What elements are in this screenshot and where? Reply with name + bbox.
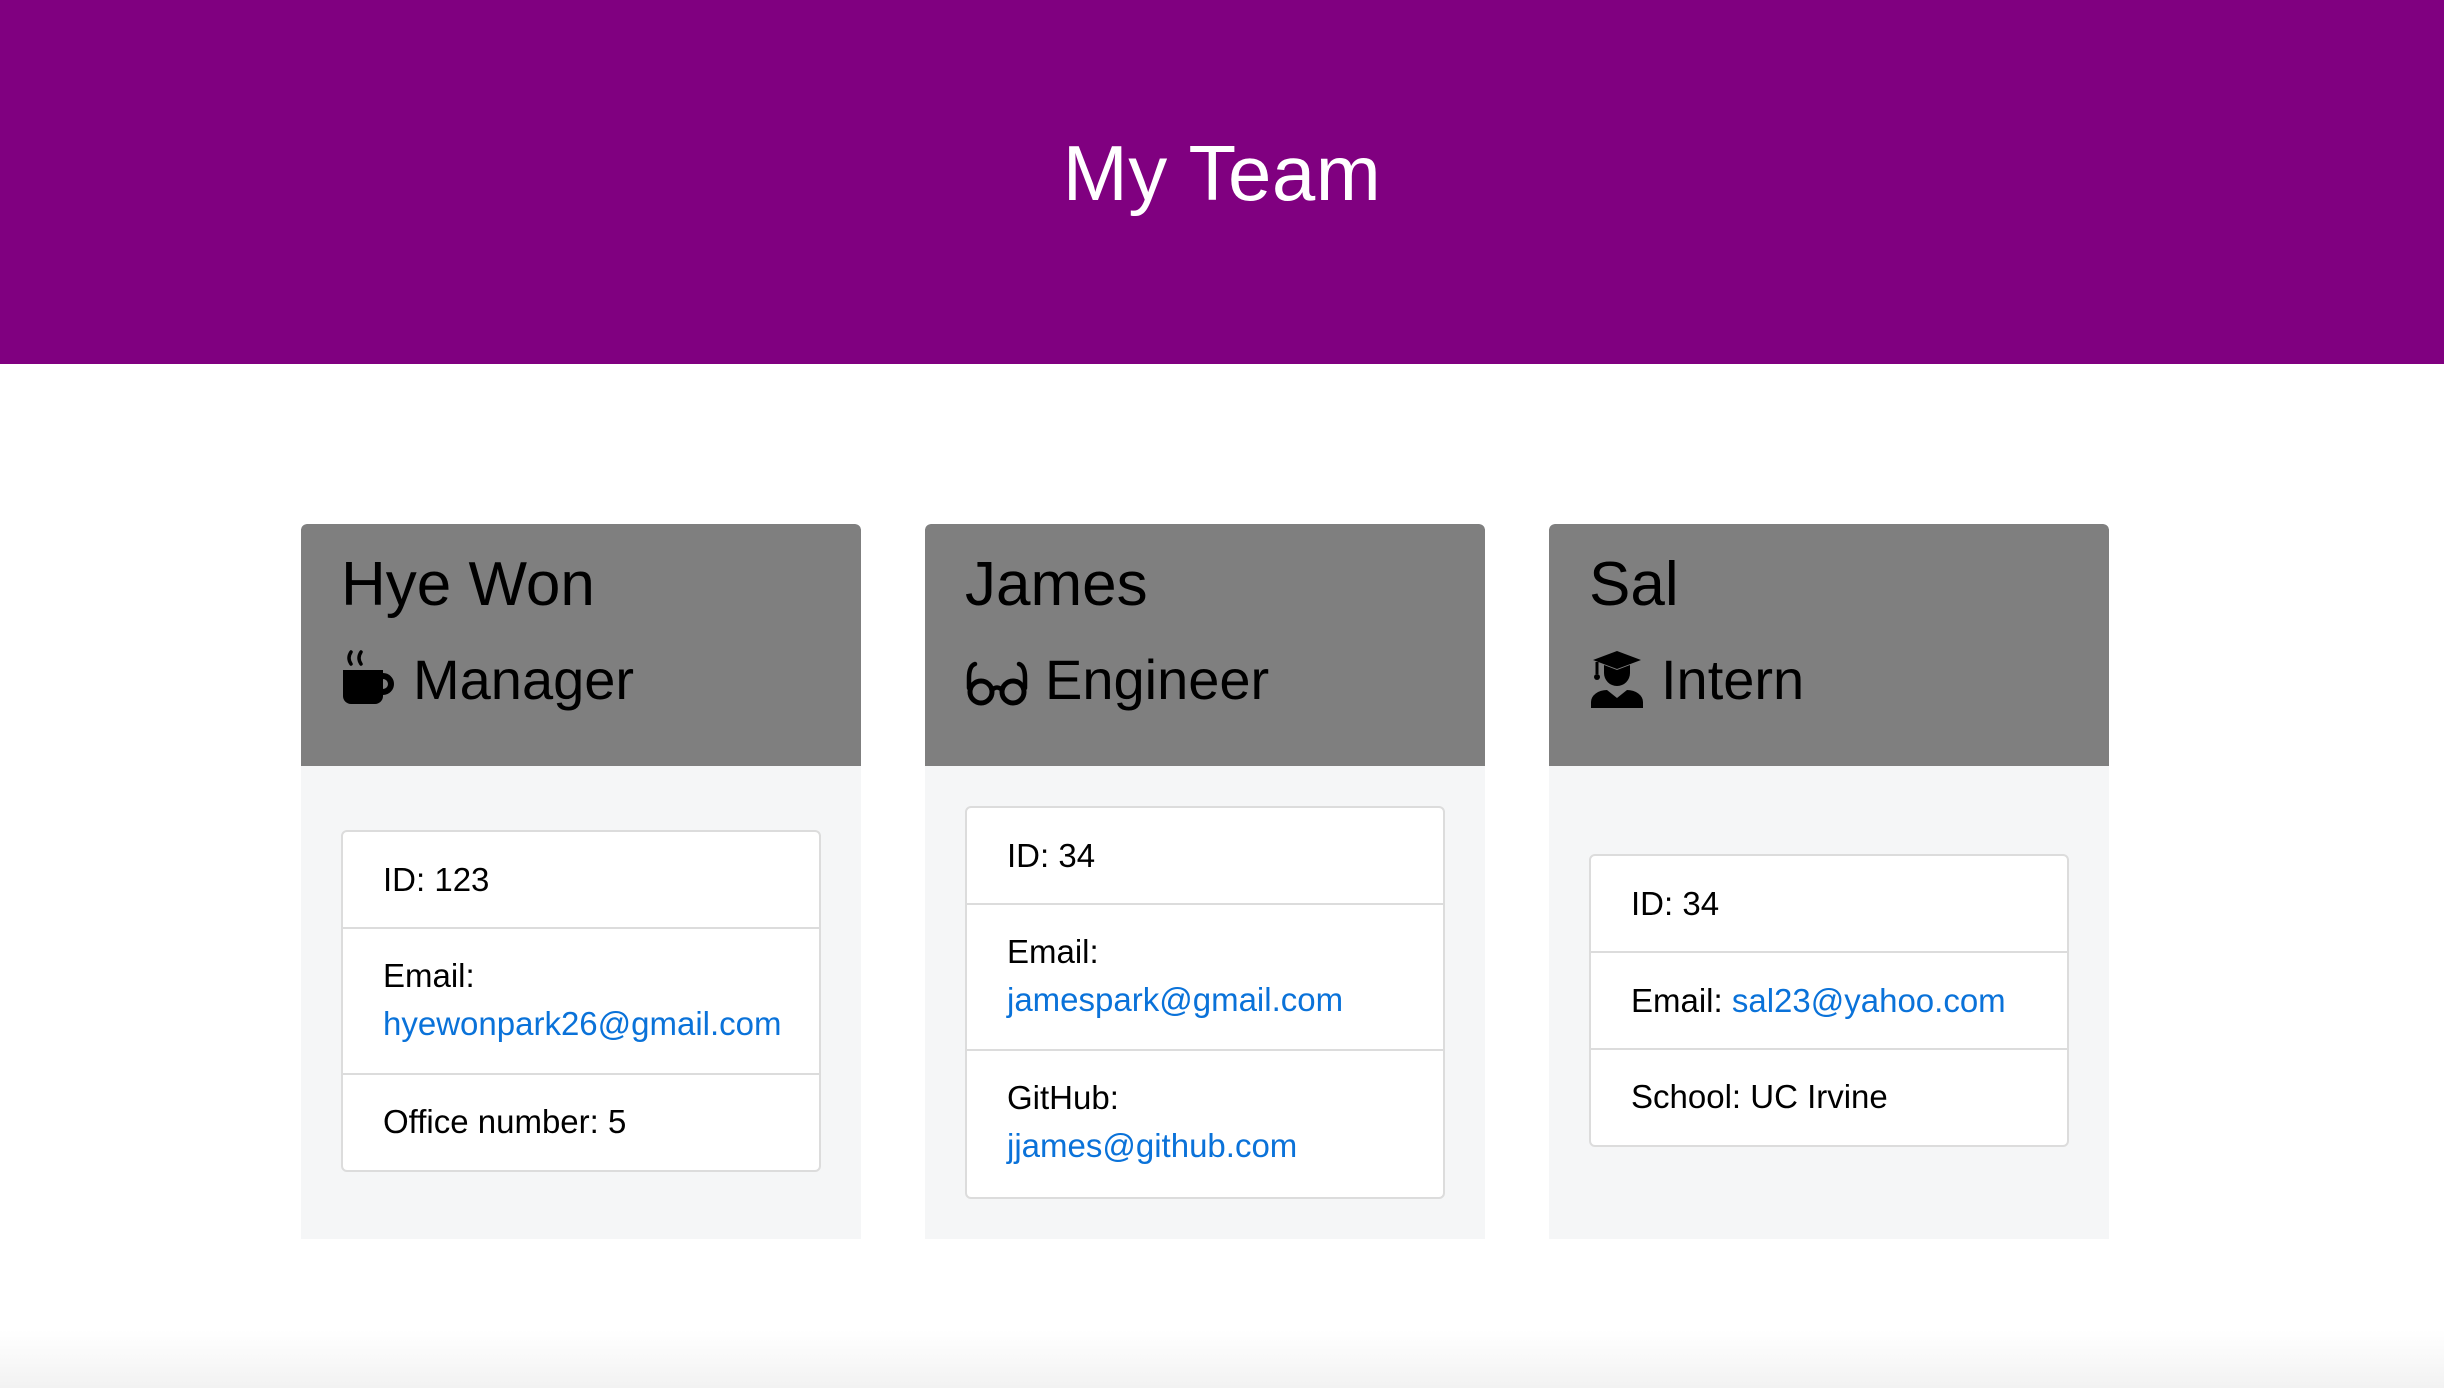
card-header: James Engineer	[925, 524, 1485, 766]
card-header: Sal Intern	[1549, 524, 2109, 766]
school-item: School: UC Irvine	[1631, 1078, 1888, 1115]
role-label: Manager	[413, 648, 635, 711]
employee-card-manager: Hye Won Manager ID: 123 Email: hyewonpar…	[301, 524, 861, 1239]
employee-name: James	[965, 550, 1148, 619]
info-list: ID: 34 Email: jamespark@gmail.com GitHub…	[965, 806, 1445, 1199]
id-item: ID: 123	[343, 832, 819, 929]
email-item: Email: jamespark@gmail.com	[967, 905, 1443, 1051]
info-list: ID: 34 Email: sal23@yahoo.com School: UC…	[1589, 854, 2069, 1147]
role-label: Intern	[1661, 648, 1805, 711]
email-item: Email: hyewonpark26@gmail.com	[343, 929, 819, 1075]
github-label: GitHub:	[1007, 1079, 1119, 1116]
email-label: Email:	[1631, 982, 1723, 1019]
team-cards: Hye Won Manager ID: 123 Email: hyewonpar…	[0, 0, 2444, 1388]
email-label: Email:	[383, 957, 475, 994]
office-number-item: Office number: 5	[383, 1103, 627, 1140]
employee-card-intern: Sal Intern ID: 34 Email: sal23@yahoo.com…	[1549, 524, 2109, 1239]
employee-card-engineer: James Engineer ID: 34 Email: jamespark@g…	[925, 524, 1485, 1239]
employee-role: Intern	[1589, 646, 1804, 713]
github-link[interactable]: jjames@github.com	[1007, 1127, 1297, 1164]
coffee-mug-icon	[341, 649, 397, 710]
email-link[interactable]: hyewonpark26@gmail.com	[383, 1005, 782, 1042]
email-label: Email:	[1007, 933, 1099, 970]
page-bottom-edge	[0, 1330, 2444, 1388]
employee-role: Manager	[341, 646, 634, 713]
employee-name: Hye Won	[341, 550, 595, 619]
email-link[interactable]: sal23@yahoo.com	[1732, 982, 2006, 1019]
id-item: ID: 34	[1591, 856, 2067, 953]
email-link[interactable]: jamespark@gmail.com	[1007, 981, 1343, 1018]
card-header: Hye Won Manager	[301, 524, 861, 766]
info-list: ID: 123 Email: hyewonpark26@gmail.com Of…	[341, 830, 821, 1172]
employee-role: Engineer	[965, 646, 1269, 713]
role-label: Engineer	[1045, 648, 1270, 711]
glasses-icon	[965, 650, 1029, 710]
email-item: Email: sal23@yahoo.com	[1591, 953, 2067, 1050]
github-item: GitHub: jjames@github.com	[967, 1051, 1443, 1197]
id-item: ID: 34	[967, 808, 1443, 905]
graduate-icon	[1589, 650, 1645, 710]
employee-name: Sal	[1589, 550, 1679, 619]
